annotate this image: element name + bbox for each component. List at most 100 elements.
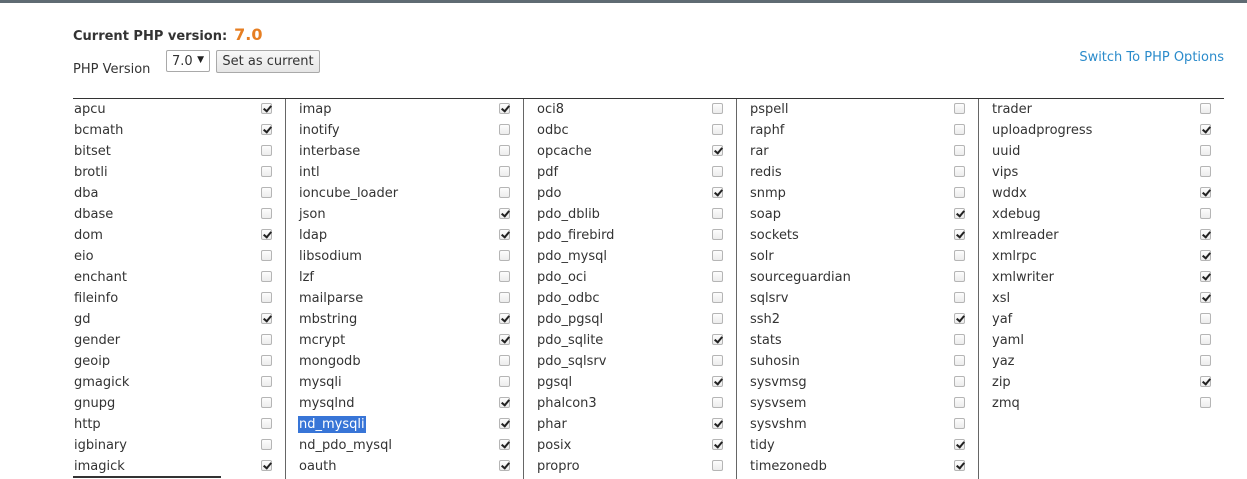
extension-name: oauth [299,459,337,474]
extension-name: raphf [750,123,785,138]
extension-checkbox[interactable] [1200,313,1211,324]
extension-checkbox[interactable] [1200,271,1211,282]
extension-checkbox[interactable] [712,229,723,240]
extension-checkbox[interactable] [712,460,723,471]
extension-checkbox[interactable] [954,334,965,345]
extension-checkbox[interactable] [712,355,723,366]
extension-checkbox[interactable] [954,460,965,471]
extension-checkbox[interactable] [954,166,965,177]
extension-checkbox[interactable] [954,292,965,303]
extension-checkbox[interactable] [499,208,510,219]
php-version-select[interactable]: 7.0 ▼ [166,50,210,72]
extension-checkbox[interactable] [261,103,272,114]
extension-checkbox[interactable] [712,166,723,177]
extension-checkbox[interactable] [712,418,723,429]
extension-checkbox[interactable] [712,376,723,387]
extension-checkbox[interactable] [499,229,510,240]
extension-checkbox[interactable] [954,145,965,156]
extension-checkbox[interactable] [954,124,965,135]
extension-checkbox[interactable] [1200,103,1211,114]
extension-checkbox[interactable] [261,250,272,261]
extension-checkbox[interactable] [499,355,510,366]
extension-checkbox[interactable] [1200,355,1211,366]
extension-checkbox[interactable] [954,229,965,240]
extension-checkbox[interactable] [712,187,723,198]
extension-checkbox[interactable] [499,292,510,303]
extension-checkbox[interactable] [712,397,723,408]
set-as-current-button[interactable]: Set as current [216,50,320,73]
extension-checkbox[interactable] [954,208,965,219]
extension-checkbox[interactable] [954,103,965,114]
extension-checkbox[interactable] [1200,124,1211,135]
extension-checkbox[interactable] [499,439,510,450]
extension-row: gender [73,330,285,351]
extension-checkbox[interactable] [1200,376,1211,387]
extension-checkbox[interactable] [1200,229,1211,240]
extension-checkbox[interactable] [712,124,723,135]
extension-row: phalcon3 [536,393,736,414]
extension-checkbox[interactable] [954,271,965,282]
extension-checkbox[interactable] [499,334,510,345]
extension-checkbox[interactable] [261,292,272,303]
extension-checkbox[interactable] [712,145,723,156]
extension-checkbox[interactable] [499,460,510,471]
extension-checkbox[interactable] [499,187,510,198]
extension-checkbox[interactable] [261,124,272,135]
extension-checkbox[interactable] [261,313,272,324]
extension-checkbox[interactable] [261,187,272,198]
extension-checkbox[interactable] [954,187,965,198]
switch-to-php-options-link[interactable]: Switch To PHP Options [1079,50,1224,65]
extension-checkbox[interactable] [261,376,272,387]
extension-checkbox[interactable] [1200,292,1211,303]
extension-checkbox[interactable] [261,439,272,450]
extension-checkbox[interactable] [712,103,723,114]
extension-checkbox[interactable] [1200,397,1211,408]
extension-checkbox[interactable] [499,166,510,177]
extension-checkbox[interactable] [954,439,965,450]
extension-checkbox[interactable] [954,397,965,408]
extension-row: solr [749,246,978,267]
extension-checkbox[interactable] [261,145,272,156]
extension-checkbox[interactable] [712,250,723,261]
extension-checkbox[interactable] [499,271,510,282]
extension-checkbox[interactable] [712,439,723,450]
extension-checkbox[interactable] [712,313,723,324]
extension-checkbox[interactable] [261,355,272,366]
extension-checkbox[interactable] [261,166,272,177]
extension-checkbox[interactable] [712,208,723,219]
extension-checkbox[interactable] [1200,187,1211,198]
extension-row: interbase [298,141,523,162]
extension-checkbox[interactable] [499,145,510,156]
extension-checkbox[interactable] [1200,208,1211,219]
extension-checkbox[interactable] [499,103,510,114]
extension-row: pspell [749,99,978,120]
extension-checkbox[interactable] [954,418,965,429]
extension-name: nd_mysqli [298,416,366,433]
extension-checkbox[interactable] [1200,334,1211,345]
extension-checkbox[interactable] [954,313,965,324]
extension-checkbox[interactable] [499,397,510,408]
extension-checkbox[interactable] [954,376,965,387]
extension-name: uploadprogress [992,123,1093,138]
extension-checkbox[interactable] [261,229,272,240]
extension-checkbox[interactable] [712,334,723,345]
extension-checkbox[interactable] [261,271,272,282]
extension-checkbox[interactable] [1200,166,1211,177]
extension-checkbox[interactable] [499,313,510,324]
extension-checkbox[interactable] [261,418,272,429]
extension-checkbox[interactable] [261,397,272,408]
extension-checkbox[interactable] [499,376,510,387]
extension-checkbox[interactable] [954,355,965,366]
extension-checkbox[interactable] [261,460,272,471]
extension-checkbox[interactable] [261,208,272,219]
extension-checkbox[interactable] [712,292,723,303]
extension-checkbox[interactable] [261,334,272,345]
extension-checkbox[interactable] [954,250,965,261]
extension-checkbox[interactable] [499,124,510,135]
extension-checkbox[interactable] [499,250,510,261]
extension-checkbox[interactable] [712,271,723,282]
extension-checkbox[interactable] [499,418,510,429]
extension-checkbox[interactable] [1200,250,1211,261]
extension-row: sysvsem [749,393,978,414]
extension-checkbox[interactable] [1200,145,1211,156]
